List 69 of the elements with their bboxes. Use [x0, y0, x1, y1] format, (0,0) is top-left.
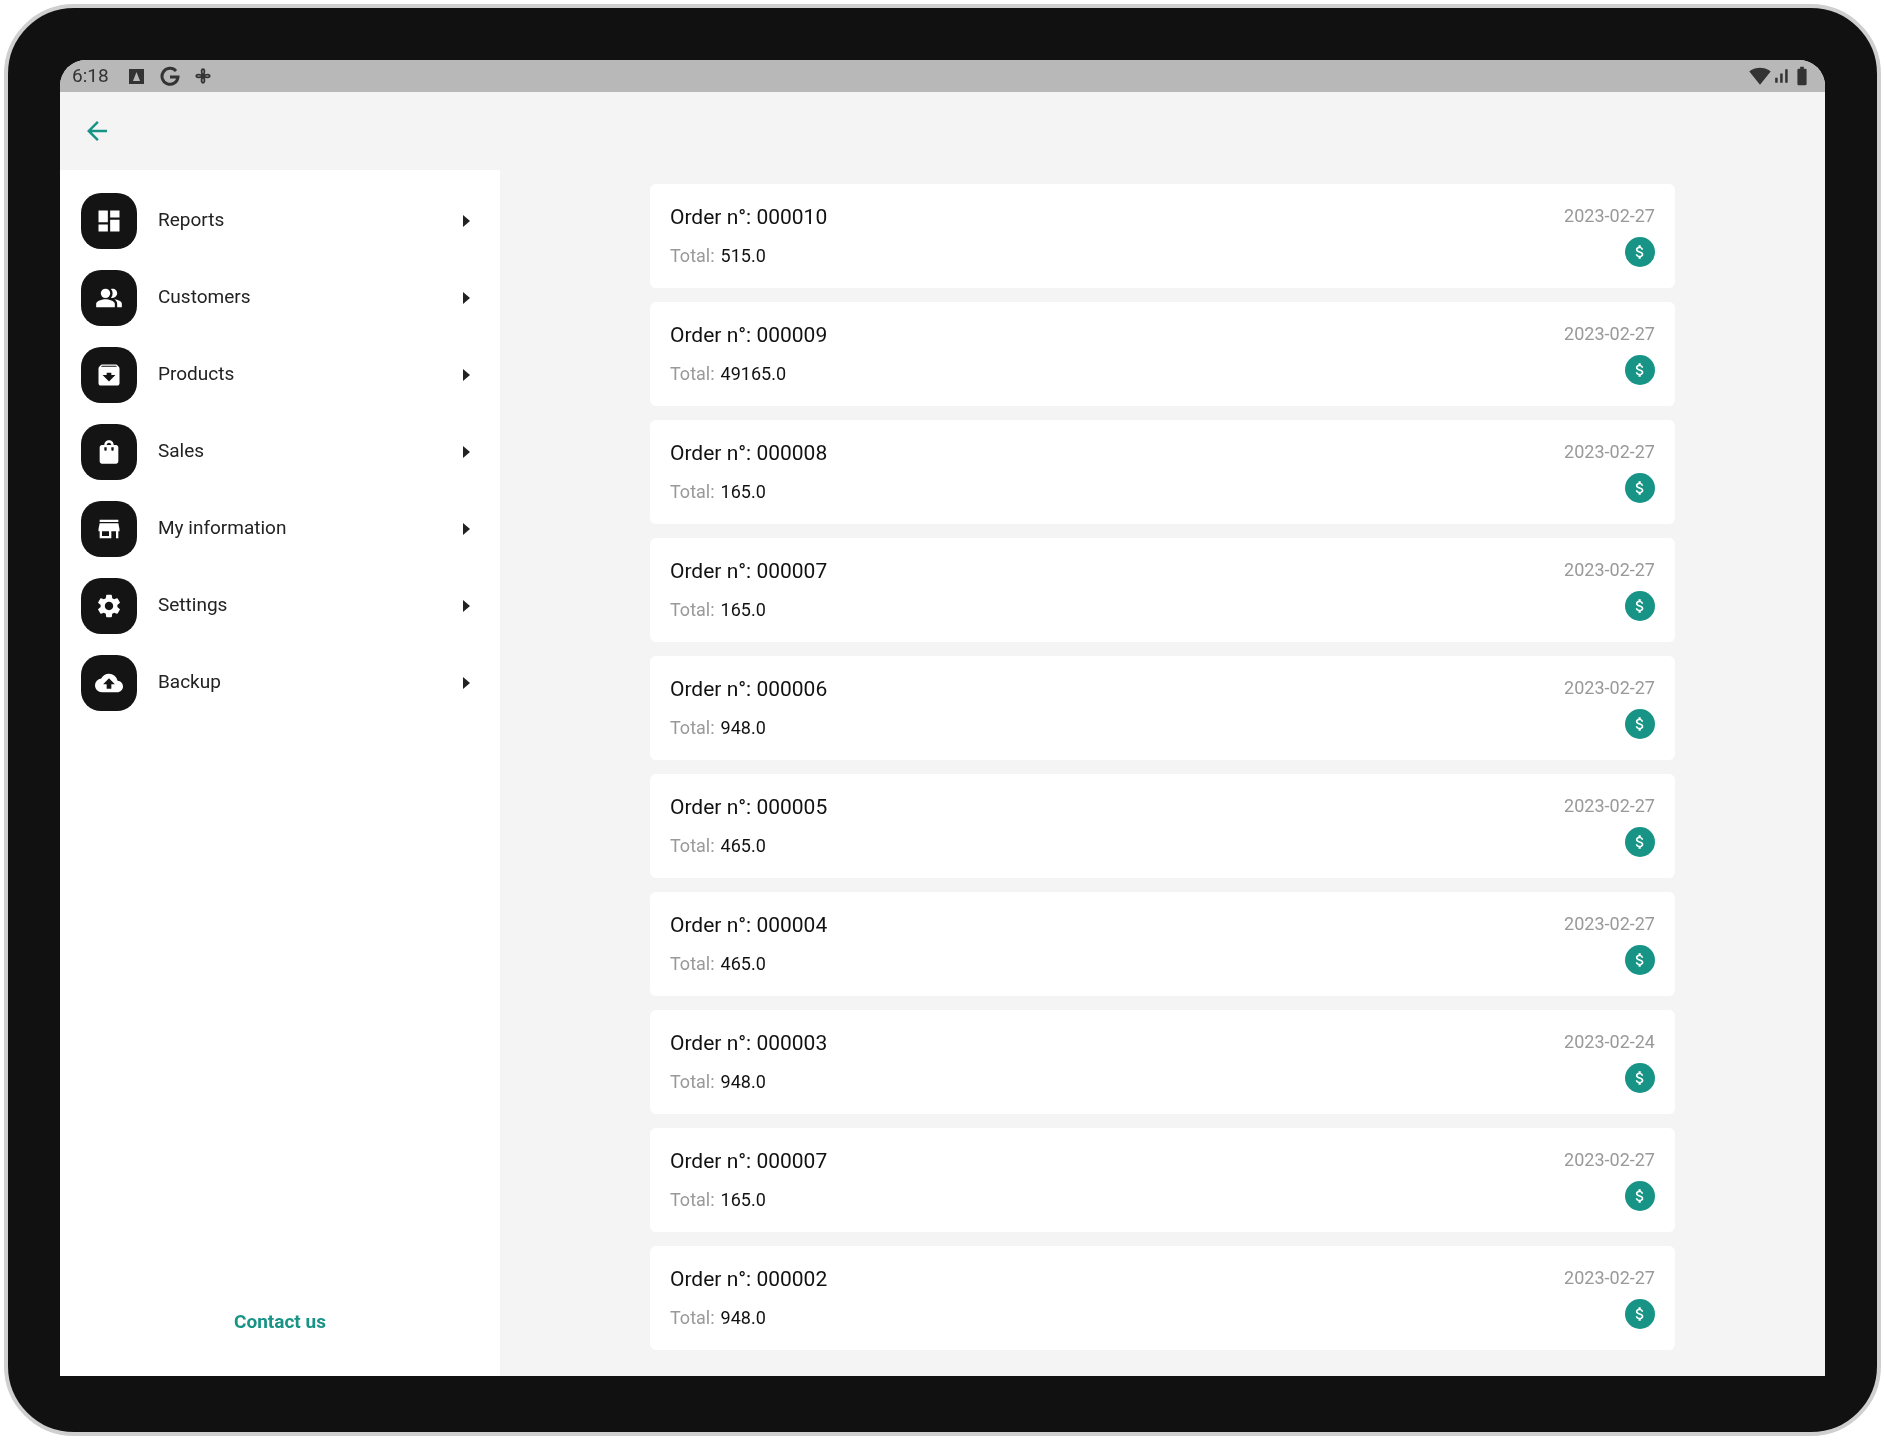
order-date: 2023-02-27 [1564, 912, 1655, 936]
total-value: 165.0 [720, 479, 766, 504]
total-value: 948.0 [720, 1069, 766, 1094]
sidebar-item[interactable]: Backup [60, 644, 500, 721]
total-value: 515.0 [720, 243, 766, 268]
order-number: Order n°: 000010 [670, 204, 828, 231]
order-number: Order n°: 000005 [670, 794, 828, 821]
caret-icon [463, 599, 470, 612]
total-value: 165.0 [720, 597, 766, 622]
g-logo-icon [159, 66, 180, 86]
sidebar-item[interactable]: Settings [60, 567, 500, 644]
total-label: Total: [670, 597, 715, 622]
order-date: 2023-02-27 [1564, 204, 1655, 228]
caret-icon [463, 445, 470, 458]
order-number: Order n°: 000004 [670, 912, 828, 939]
order-date: 2023-02-27 [1564, 1266, 1655, 1290]
order-card[interactable]: Order n°: 000003 Total: 948.0 2023-02-24 [650, 1010, 1675, 1114]
order-number: Order n°: 000007 [670, 1148, 828, 1175]
order-card[interactable]: Order n°: 000009 Total: 49165.0 2023-02-27 [650, 302, 1675, 406]
order-date: 2023-02-27 [1564, 558, 1655, 582]
sidebar-item[interactable]: Reports [60, 182, 500, 259]
total-label: Total: [670, 951, 715, 976]
order-number: Order n°: 000009 [670, 322, 828, 349]
sidebar-item[interactable]: My information [60, 490, 500, 567]
order-card[interactable]: Order n°: 000004 Total: 465.0 2023-02-27 [650, 892, 1675, 996]
order-date: 2023-02-27 [1564, 440, 1655, 464]
order-number: Order n°: 000006 [670, 676, 828, 703]
order-number: Order n°: 000007 [670, 558, 828, 585]
caret-icon [463, 291, 470, 304]
sidebar-item[interactable]: Products [60, 336, 500, 413]
total-label: Total: [670, 715, 715, 740]
total-value: 948.0 [720, 1305, 766, 1330]
order-date: 2023-02-27 [1564, 322, 1655, 346]
total-value: 465.0 [720, 833, 766, 858]
order-card[interactable]: Order n°: 000007 Total: 165.0 2023-02-27 [650, 1128, 1675, 1232]
order-date: 2023-02-24 [1564, 1030, 1655, 1054]
total-label: Total: [670, 1305, 715, 1330]
order-date: 2023-02-27 [1564, 676, 1655, 700]
total-label: Total: [670, 479, 715, 504]
total-value: 49165.0 [720, 361, 786, 386]
total-value: 465.0 [720, 951, 766, 976]
contact-us-link[interactable]: Contact us [234, 1307, 326, 1336]
sidebar-item[interactable]: Customers [60, 259, 500, 336]
total-label: Total: [670, 243, 715, 268]
order-card[interactable]: Order n°: 000010 Total: 515.0 2023-02-27 [650, 184, 1675, 288]
wifi-icon [1749, 65, 1771, 87]
total-label: Total: [670, 1069, 715, 1094]
caret-icon [463, 676, 470, 689]
order-card[interactable]: Order n°: 000006 Total: 948.0 2023-02-27 [650, 656, 1675, 760]
order-date: 2023-02-27 [1564, 1148, 1655, 1172]
caret-icon [463, 522, 470, 535]
order-number: Order n°: 000008 [670, 440, 828, 467]
order-card[interactable]: Order n°: 000008 Total: 165.0 2023-02-27 [650, 420, 1675, 524]
total-label: Total: [670, 1187, 715, 1212]
order-number: Order n°: 000002 [670, 1266, 828, 1293]
status-time: 6:18 [72, 62, 109, 89]
sidebar-item[interactable]: Sales [60, 413, 500, 490]
order-number: Order n°: 000003 [670, 1030, 828, 1057]
total-value: 948.0 [720, 715, 766, 740]
total-value: 165.0 [720, 1187, 766, 1212]
total-label: Total: [670, 833, 715, 858]
caret-icon [463, 368, 470, 381]
order-date: 2023-02-27 [1564, 794, 1655, 818]
order-card[interactable]: Order n°: 000002 Total: 948.0 2023-02-27 [650, 1246, 1675, 1350]
caret-icon [463, 214, 470, 227]
order-card[interactable]: Order n°: 000005 Total: 465.0 2023-02-27 [650, 774, 1675, 878]
order-card[interactable]: Order n°: 000007 Total: 165.0 2023-02-27 [650, 538, 1675, 642]
total-label: Total: [670, 361, 715, 386]
notification-icon [128, 68, 144, 84]
